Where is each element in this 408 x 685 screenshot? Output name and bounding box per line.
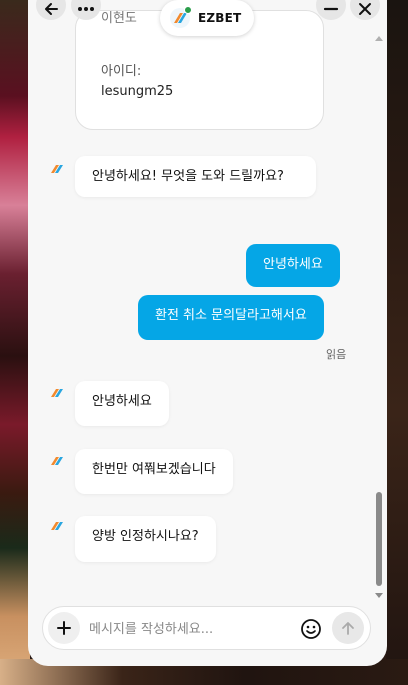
bot-message: 양방 인정하시나요?	[75, 516, 216, 562]
scrollbar-thumb[interactable]	[376, 492, 382, 586]
plus-icon	[57, 621, 71, 635]
emoji-button[interactable]	[298, 616, 324, 642]
back-button[interactable]	[36, 0, 66, 20]
chat-widget: 이현도 아이디: lesungm25 안녕하세요! 무엇을 도와 드릴까요? 안…	[28, 0, 387, 666]
background-right	[386, 0, 408, 685]
message-composer	[42, 606, 371, 650]
close-button[interactable]	[350, 0, 380, 20]
online-status-dot	[184, 6, 192, 14]
bot-message: 안녕하세요	[75, 381, 169, 426]
brand-badge: EZBET	[160, 0, 254, 36]
send-button[interactable]	[332, 612, 364, 644]
bot-avatar-icon	[51, 389, 63, 397]
bot-avatar-icon	[51, 165, 63, 173]
send-arrow-up-icon	[342, 622, 354, 635]
brand-name: EZBET	[198, 11, 242, 25]
minimize-icon	[323, 7, 339, 11]
bot-avatar-icon	[51, 457, 63, 465]
info-id-label: 아이디:	[101, 64, 142, 79]
more-button[interactable]	[71, 0, 101, 20]
info-id-value: lesungm25	[101, 84, 174, 99]
chat-header: EZBET	[28, 0, 387, 40]
close-icon	[359, 3, 371, 15]
bot-message: 한번만 여쭤보겠습니다	[75, 449, 233, 494]
attach-button[interactable]	[48, 612, 80, 644]
user-message: 안녕하세요	[246, 244, 340, 287]
smiley-icon	[301, 619, 321, 639]
brand-logo	[170, 6, 192, 28]
read-status: 읽음	[326, 348, 347, 361]
background-left	[0, 0, 30, 685]
user-message: 환전 취소 문의달라고해서요	[138, 295, 324, 340]
message-input[interactable]	[89, 619, 289, 639]
back-arrow-icon	[45, 3, 58, 15]
bot-message: 안녕하세요! 무엇을 도와 드릴까요?	[75, 156, 316, 197]
more-horizontal-icon	[78, 7, 94, 11]
scroll-down-arrow[interactable]	[375, 593, 383, 598]
bot-avatar-icon	[51, 522, 63, 530]
minimize-button[interactable]	[316, 0, 346, 20]
